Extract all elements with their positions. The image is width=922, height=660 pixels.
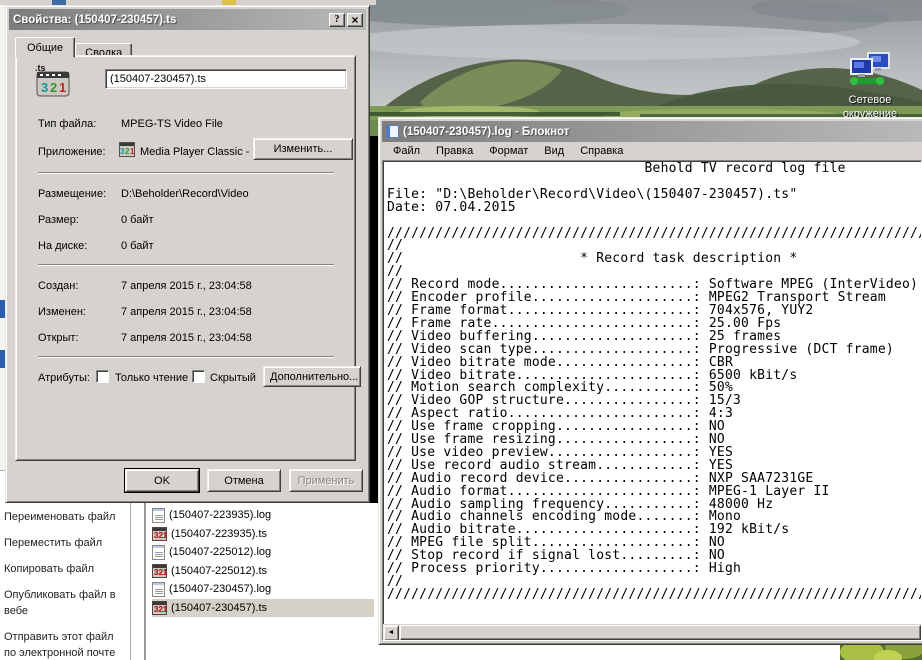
accessed-value: 7 апреля 2015 г., 23:04:58: [121, 332, 252, 344]
properties-dialog-titlebar[interactable]: Свойства: (150407-230457).ts ? ×: [9, 9, 366, 30]
file-name: (150407-223935).ts: [171, 528, 267, 540]
notepad-client-area: Behold TV record log file File: "D:\Beho…: [382, 160, 922, 641]
svg-text:2: 2: [50, 80, 57, 95]
network-places-desktop-icon[interactable]: Сетевое окружение: [826, 52, 914, 121]
file-name: (150407-230457).log: [169, 583, 271, 595]
change-app-button[interactable]: Изменить...: [253, 138, 353, 160]
tab-general[interactable]: Общие: [15, 37, 75, 58]
mpc-file-type-icon: 3 2 1 .ts: [34, 64, 72, 98]
hidden-checkbox[interactable]: [192, 370, 205, 383]
menu-file[interactable]: Файл: [385, 144, 428, 158]
notepad-app-icon: [386, 125, 399, 138]
menu-help[interactable]: Справка: [572, 144, 631, 158]
hidden-label: Скрытый: [210, 372, 256, 384]
ok-button[interactable]: OK: [125, 469, 199, 492]
file-name: (150407-223935).log: [169, 509, 271, 521]
scrollbar-thumb[interactable]: [400, 625, 921, 640]
size-on-disk-label: На диске:: [38, 240, 87, 252]
menu-format[interactable]: Формат: [481, 144, 536, 158]
size-on-disk-value: 0 байт: [121, 240, 154, 252]
menu-view[interactable]: Вид: [536, 144, 572, 158]
file-name: (150407-225012).ts: [171, 565, 267, 577]
ts-file-icon: [152, 564, 167, 578]
properties-dialog-title: Свойства: (150407-230457).ts: [13, 14, 327, 26]
application-value: Media Player Classic -: [140, 146, 249, 158]
notepad-horizontal-scrollbar[interactable]: ◄: [383, 624, 921, 640]
task-pane-link[interactable]: Опубликовать файл в вебе: [4, 587, 124, 619]
file-list-item[interactable]: (150407-230457).log: [152, 580, 271, 598]
apply-button[interactable]: Применить: [289, 469, 363, 492]
filename-input[interactable]: [105, 69, 347, 89]
notepad-title: (150407-230457).log - Блокнот: [403, 126, 919, 138]
modified-value: 7 апреля 2015 г., 23:04:58: [121, 306, 252, 318]
size-value: 0 байт: [121, 214, 154, 226]
location-value: D:\Beholder\Record\Video: [121, 188, 249, 200]
log-file-icon: [152, 508, 165, 523]
svg-text:3: 3: [41, 80, 48, 95]
ts-file-icon: [152, 527, 167, 541]
help-icon[interactable]: ?: [329, 13, 345, 27]
readonly-checkbox[interactable]: [96, 370, 109, 383]
file-list-item[interactable]: (150407-223935).log: [152, 506, 271, 524]
notepad-text[interactable]: Behold TV record log file File: "D:\Beho…: [383, 161, 921, 624]
close-icon[interactable]: ×: [347, 13, 363, 27]
file-type-value: MPEG-TS Video File: [121, 118, 223, 130]
properties-dialog: Свойства: (150407-230457).ts ? × Общие С…: [5, 5, 370, 503]
separator: [38, 172, 334, 174]
size-label: Размер:: [38, 214, 79, 226]
file-type-label: Тип файла:: [38, 118, 96, 130]
notepad-window: (150407-230457).log - Блокнот Файл Правк…: [378, 117, 922, 645]
svg-text:1: 1: [130, 147, 135, 156]
file-list-item[interactable]: (150407-223935).ts: [152, 525, 267, 543]
location-label: Размещение:: [38, 188, 106, 200]
task-pane-link[interactable]: Отправить этот файл по электронной почте: [4, 629, 124, 660]
notepad-menubar: Файл Правка Формат Вид Справка: [382, 142, 922, 160]
notepad-titlebar[interactable]: (150407-230457).log - Блокнот: [382, 121, 922, 142]
readonly-label: Только чтение: [115, 372, 188, 384]
cancel-button[interactable]: Отмена: [207, 469, 281, 492]
separator: [38, 264, 334, 266]
dialog-tabs: Общие Сводка: [15, 36, 132, 57]
file-name: (150407-225012).log: [169, 546, 271, 558]
file-list-item[interactable]: (150407-230457).ts: [152, 599, 374, 617]
ts-file-icon: [152, 601, 167, 615]
task-pane-link[interactable]: Переименовать файл: [4, 509, 124, 525]
svg-text:.ts: .ts: [35, 64, 46, 73]
scroll-left-arrow-icon[interactable]: ◄: [383, 625, 399, 641]
application-label: Приложение:: [38, 146, 106, 158]
modified-label: Изменен:: [38, 306, 86, 318]
explorer-pane-divider[interactable]: [144, 503, 146, 660]
menu-edit[interactable]: Правка: [428, 144, 481, 158]
separator: [38, 356, 334, 358]
created-value: 7 апреля 2015 г., 23:04:58: [121, 280, 252, 292]
advanced-button[interactable]: Дополнительно...: [263, 366, 361, 387]
file-list-item[interactable]: (150407-225012).ts: [152, 562, 267, 580]
general-tab-page: 3 2 1 .ts Тип файла: MPEG-TS Video File …: [15, 55, 356, 461]
svg-text:1: 1: [59, 80, 66, 95]
mpc-app-icon: 3 2 1: [119, 142, 135, 157]
network-places-icon: [848, 52, 892, 88]
log-file-icon: [152, 545, 165, 560]
file-list-item[interactable]: (150407-225012).log: [152, 543, 271, 561]
desktop: Сетевое окружение Переименовать файл Пере…: [0, 0, 922, 660]
task-pane-link[interactable]: Копировать файл: [4, 561, 124, 577]
file-name: (150407-230457).ts: [171, 602, 267, 614]
accessed-label: Открыт:: [38, 332, 79, 344]
log-file-icon: [152, 582, 165, 597]
attributes-label: Атрибуты:: [38, 372, 90, 384]
created-label: Создан:: [38, 280, 78, 292]
task-pane-link[interactable]: Переместить файл: [4, 535, 124, 551]
